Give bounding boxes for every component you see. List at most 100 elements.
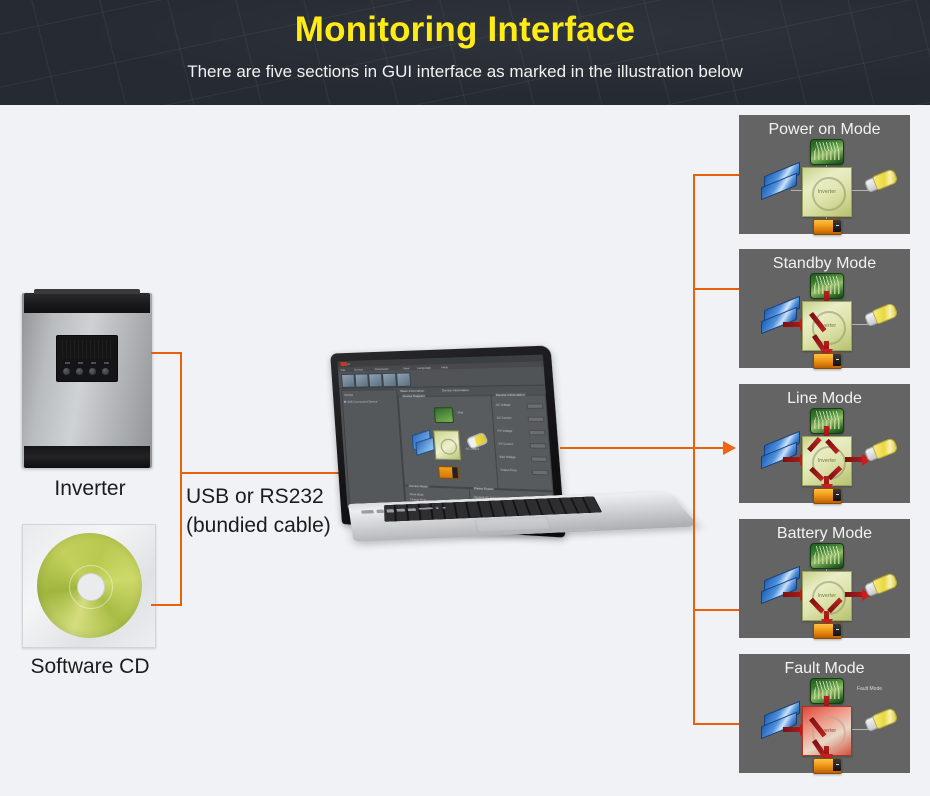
battery-icon [813, 353, 842, 369]
right-bracket-branch-battery [693, 609, 739, 611]
toolbar-icon-5[interactable] [396, 372, 412, 388]
inverter-device-image [22, 285, 152, 475]
usb-arrow-line [180, 472, 343, 474]
inverter-body [22, 289, 152, 468]
mode-diagram-line: Inverter [739, 408, 910, 504]
gui-battery-icon [437, 465, 460, 480]
inverter-icon-label: Inverter [817, 593, 837, 599]
gui-tab-basic[interactable]: Basic Information [400, 389, 424, 393]
page-subtitle: There are five sections in GUI interface… [187, 62, 743, 81]
gui-info-row-value-3 [528, 429, 546, 436]
gui-info-row-label-6: Output Freq [500, 468, 517, 473]
inverter-icon-label: Inverter [817, 728, 837, 734]
mode-panel-power-on-mode[interactable]: Power on Mode Inverter [739, 115, 910, 235]
gui-device-tree[interactable]: Device USB Connected Device [341, 389, 406, 510]
gui-tree-root: Device [344, 392, 354, 397]
gui-info-row-label-3: PV Voltage [497, 429, 513, 434]
inverter-led-row [63, 362, 111, 364]
toolbar-icon-2[interactable] [354, 373, 370, 388]
laptop-image: Monitor File Device Parameter View Langu… [330, 345, 700, 582]
gui-info-row-value-5 [530, 456, 548, 463]
toolbar-icon-3[interactable] [368, 373, 383, 388]
load-bulb-icon [863, 437, 899, 463]
toolbar-icon-4[interactable] [381, 372, 398, 388]
mode-panel-line-mode[interactable]: Line Mode Inverter [739, 384, 910, 504]
mode-panel-standby-mode[interactable]: Standby Mode Inverter [739, 249, 910, 369]
mode-title-line: Line Mode [787, 390, 862, 407]
inverter-caption: Inverter [54, 477, 126, 500]
page-header: Monitoring Interface There are five sect… [0, 0, 930, 105]
cd-sleeve [22, 524, 156, 648]
mode-panel-fault-mode[interactable]: Fault Mode Fault Mode Inverter [739, 654, 910, 774]
pv-panel-icon [761, 295, 800, 335]
toolbar-icon-1[interactable] [341, 373, 356, 388]
gui-close-icon[interactable] [340, 361, 348, 367]
inverter-top-cap [24, 289, 150, 313]
software-cd-caption: Software CD [30, 655, 150, 678]
utility-grid-icon [810, 139, 844, 165]
mode-title-standby: Standby Mode [772, 255, 877, 272]
gui-diagram-title: Device Diagram [401, 393, 427, 399]
gui-mode-title: Device Mode [408, 483, 429, 489]
laptop-trackpad[interactable] [474, 516, 552, 533]
inverter-icon-label: Inverter [817, 189, 837, 195]
mode-title-battery: Battery Mode [776, 525, 873, 542]
left-bracket-bottom-stub [151, 604, 182, 606]
gui-info-row-value-4 [529, 443, 547, 450]
mode-title-power-on: Power on Mode [768, 121, 881, 138]
utility-grid-icon [810, 543, 844, 569]
gui-tab-device[interactable]: Device Information [442, 388, 469, 393]
cd-disc [37, 533, 142, 638]
pv-panel-icon [761, 430, 800, 470]
monitoring-gui[interactable]: Monitor File Device Parameter View Langu… [337, 354, 556, 520]
modes-arrow-head [723, 441, 736, 455]
gui-info-title: Device Information [494, 392, 527, 398]
inverter-icon: Inverter [802, 167, 852, 217]
gui-grid-label: Grid [457, 411, 464, 415]
mode-title-fault: Fault Mode [784, 660, 865, 677]
gui-info-row-value-6 [531, 469, 549, 476]
mode-diagram-battery: Inverter [739, 543, 910, 639]
gui-info-row-label-2: AC Current [496, 416, 512, 420]
load-bulb-icon [863, 168, 899, 194]
gui-diagram-panel: Device Diagram Grid AC Output [397, 393, 499, 490]
gui-tree-node[interactable]: USB Connected Device [347, 400, 378, 404]
battery-icon [813, 488, 842, 504]
gui-load-label: AC Output [465, 447, 480, 451]
right-bracket-vertical [693, 174, 695, 724]
load-bulb-icon [863, 302, 899, 328]
gui-grid-icon [433, 407, 455, 424]
mode-diagram-fault: Fault Mode Inverter [739, 678, 910, 774]
battery-icon [813, 219, 842, 235]
mode-diagram-power-on: Inverter [739, 139, 910, 235]
load-bulb-icon [863, 707, 899, 733]
mode-panel-battery-mode[interactable]: Battery Mode Inverter [739, 519, 910, 639]
gui-mode-row-1: Work Mode [409, 493, 424, 497]
inverter-icon-label: Inverter [817, 458, 837, 464]
mode-diagram-standby: Inverter [739, 273, 910, 369]
page-root: Monitoring Interface There are five sect… [0, 0, 930, 796]
gui-info-row-value-1 [526, 403, 544, 410]
inverter-lcd-screen [62, 340, 112, 359]
inverter-icon-label: Inverter [817, 323, 837, 329]
gui-info-row-value-2 [527, 416, 545, 423]
pv-panel-icon [761, 700, 800, 740]
software-cd-image [22, 524, 156, 649]
fault-mode-status-label: Fault Mode [857, 686, 883, 692]
laptop-front-latch [552, 528, 597, 533]
gui-rated-title: Rated Power [472, 486, 495, 492]
gui-info-row-label-4: PV Current [498, 442, 514, 447]
inverter-button-row [62, 366, 112, 377]
right-bracket-branch-power-on [693, 174, 739, 176]
gui-inverter-icon [433, 430, 462, 461]
gui-info-row-label-5: Batt Voltage [499, 455, 516, 460]
left-bracket-vertical [180, 352, 182, 606]
right-bracket-branch-fault [693, 723, 739, 725]
gui-info-panel: Device Information AC Voltage AC Current… [490, 392, 554, 492]
inverter-bottom-cap [24, 446, 150, 468]
load-bulb-icon [863, 572, 899, 598]
gui-info-row-label-1: AC Voltage [495, 403, 511, 407]
laptop-screen[interactable]: Monitor File Device Parameter View Langu… [337, 354, 556, 520]
page-title: Monitoring Interface [294, 10, 636, 49]
battery-icon [813, 623, 842, 639]
